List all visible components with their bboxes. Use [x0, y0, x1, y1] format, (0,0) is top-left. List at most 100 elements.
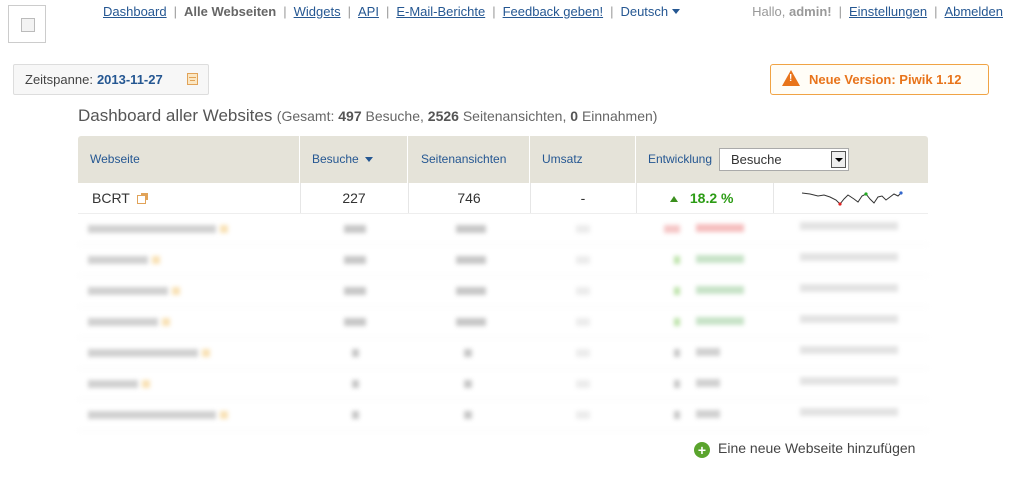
logo-image[interactable] [8, 5, 46, 43]
obscured-rows [78, 214, 928, 431]
obscured-sparkline [800, 346, 898, 354]
sparkline-chart [801, 191, 903, 206]
obscured-sparkline [800, 253, 898, 261]
obscured-sparkline [800, 284, 898, 292]
websites-table: Webseite Besuche Seitenansichten Umsatz … [78, 136, 928, 431]
obscured-revenue [576, 256, 590, 264]
obscured-growth [696, 317, 744, 325]
evolution-value: 18.2 % [670, 183, 733, 213]
obscured-visits [352, 349, 359, 357]
obscured-visits [352, 411, 359, 419]
obscured-visits [352, 380, 359, 388]
nav-widgets[interactable]: Widgets [294, 4, 341, 19]
obscured-growth [696, 286, 744, 294]
arrow-up-icon [670, 196, 678, 202]
obscured-site-name [88, 225, 216, 233]
table-row[interactable] [78, 214, 928, 245]
obscured-revenue [576, 349, 590, 357]
external-link-icon [142, 380, 150, 388]
settings-link[interactable]: Einstellungen [849, 4, 927, 19]
obscured-growth [696, 379, 720, 387]
obscured-visits [344, 287, 366, 295]
obscured-site-name [88, 318, 158, 326]
obscured-trend [674, 318, 680, 326]
table-row[interactable] [78, 307, 928, 338]
obscured-pageviews [456, 256, 486, 264]
column-header-revenue[interactable]: Umsatz [530, 136, 636, 183]
visits-value: 227 [342, 190, 366, 206]
obscured-pageviews [456, 225, 486, 233]
nav-email-reports[interactable]: E-Mail-Berichte [396, 4, 485, 19]
evolution-metric-select[interactable]: Besuche [719, 148, 849, 171]
update-notice[interactable]: Neue Version: Piwik 1.12 [770, 64, 989, 95]
column-header-visits[interactable]: Besuche [300, 136, 408, 183]
obscured-site-name [88, 349, 198, 357]
external-link-icon [162, 318, 170, 326]
obscured-trend [674, 287, 680, 295]
external-link-icon [220, 225, 228, 233]
table-row[interactable] [78, 400, 928, 431]
obscured-pageviews [456, 318, 486, 326]
period-label: Zeitspanne: [25, 72, 93, 87]
nav-feedback[interactable]: Feedback geben! [503, 4, 603, 19]
external-link-icon [202, 349, 210, 357]
obscured-site-name [88, 287, 168, 295]
obscured-revenue [576, 318, 590, 326]
site-name[interactable]: BCRT [92, 183, 148, 213]
sparkline-max [864, 192, 868, 196]
user-navigation: Hallo, admin! | Einstellungen | Abmelden [752, 4, 1003, 19]
obscured-sparkline [800, 377, 898, 385]
table-row[interactable] [78, 245, 928, 276]
obscured-pageviews [464, 380, 472, 388]
sparkline-last [899, 191, 903, 195]
obscured-trend [674, 411, 680, 419]
obscured-revenue [576, 287, 590, 295]
page-title: Dashboard aller Websites [78, 106, 273, 125]
obscured-pageviews [456, 287, 486, 295]
calendar-icon[interactable] [187, 73, 198, 85]
sparkline-min [838, 202, 842, 206]
obscured-trend [674, 256, 680, 264]
column-header-pageviews[interactable]: Seitenansichten [408, 136, 530, 183]
obscured-pageviews [464, 349, 472, 357]
external-link-icon[interactable] [136, 193, 148, 204]
table-row[interactable] [78, 338, 928, 369]
obscured-revenue [576, 380, 590, 388]
pageviews-value: 746 [457, 190, 481, 206]
totals-summary: (Gesamt: 497 Besuche, 2526 Seitenansicht… [276, 108, 658, 124]
obscured-pageviews [464, 411, 472, 419]
chevron-down-icon [831, 151, 846, 168]
nav-all-websites[interactable]: Alle Webseiten [184, 4, 276, 19]
nav-api[interactable]: API [358, 4, 379, 19]
obscured-trend [674, 349, 680, 357]
obscured-site-name [88, 411, 216, 419]
period-selector[interactable]: Zeitspanne: 2013-11-27 [13, 64, 209, 95]
obscured-growth [696, 255, 744, 263]
nav-dashboard[interactable]: Dashboard [103, 4, 167, 19]
obscured-sparkline [800, 315, 898, 323]
obscured-site-name [88, 256, 148, 264]
obscured-growth [696, 224, 744, 232]
obscured-visits [344, 318, 366, 326]
logout-link[interactable]: Abmelden [944, 4, 1003, 19]
external-link-icon [152, 256, 160, 264]
table-row[interactable] [78, 276, 928, 307]
plus-icon: + [694, 442, 710, 458]
obscured-trend [674, 380, 680, 388]
obscured-growth [696, 348, 720, 356]
broken-image-icon [21, 18, 35, 32]
obscured-growth [696, 410, 720, 418]
top-navigation: Dashboard | Alle Webseiten | Widgets | API | E-M… [103, 4, 681, 20]
obscured-revenue [576, 225, 590, 233]
table-row[interactable] [78, 369, 928, 400]
column-header-site[interactable]: Webseite [78, 136, 300, 183]
obscured-visits [344, 225, 366, 233]
obscured-revenue [576, 411, 590, 419]
language-selector[interactable]: Deutsch [620, 4, 681, 19]
dashboard-title: Dashboard aller Websites (Gesamt: 497 Be… [78, 106, 657, 126]
table-row[interactable]: BCRT 227 746 - 18.2 % [78, 183, 928, 214]
add-website-button[interactable]: + Eine neue Webseite hinzufügen [694, 440, 915, 458]
obscured-visits [344, 256, 366, 264]
period-date[interactable]: 2013-11-27 [97, 72, 163, 87]
column-header-evolution: Entwicklung Besuche [636, 136, 928, 183]
